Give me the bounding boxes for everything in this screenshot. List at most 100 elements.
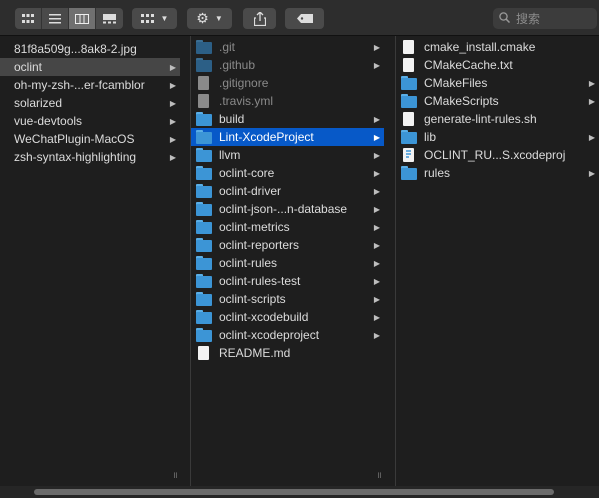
list-item-lint-xcodeproject[interactable]: Lint-XcodeProject ▶ (191, 128, 384, 146)
column-resize-handle[interactable]: ॥ (374, 470, 384, 480)
list-item[interactable]: oclint-xcodebuild ▶ (191, 308, 384, 326)
folder-icon (196, 238, 212, 252)
disclosure-arrow-icon: ▶ (169, 152, 177, 162)
list-item[interactable]: README.md (191, 344, 384, 362)
disclosure-arrow-icon: ▶ (373, 240, 381, 250)
list-item[interactable]: CMakeCache.txt (396, 56, 599, 74)
disclosure-arrow-icon: ▶ (169, 116, 177, 126)
browser-column-2[interactable]: .git ▶ .github ▶ .gitignore .travis.yml … (191, 36, 384, 486)
list-item[interactable]: WeChatPlugin-MacOS ▶ (0, 130, 180, 148)
list-item[interactable]: oh-my-zsh-...er-fcamblor ▶ (0, 76, 180, 94)
folder-icon (401, 166, 417, 180)
disclosure-arrow-icon: ▶ (169, 134, 177, 144)
chevron-down-icon: ▼ (160, 14, 169, 23)
group-grid-icon (140, 13, 154, 23)
list-item[interactable]: CMakeScripts ▶ (396, 92, 599, 110)
disclosure-arrow-icon: ▶ (373, 150, 381, 160)
disclosure-arrow-icon: ▶ (373, 330, 381, 340)
list-item[interactable]: oclint-xcodeproject ▶ (191, 326, 384, 344)
browser-column-3[interactable]: cmake_install.cmake CMakeCache.txt CMake… (396, 36, 599, 486)
folder-icon (196, 184, 212, 198)
document-icon (401, 112, 417, 126)
group-by-button[interactable]: ▼ (132, 8, 177, 29)
list-item[interactable]: oclint-json-...n-database ▶ (191, 200, 384, 218)
disclosure-arrow-icon: ▶ (169, 80, 177, 90)
folder-icon (196, 328, 212, 342)
list-item[interactable]: .travis.yml (191, 92, 384, 110)
disclosure-arrow-icon: ▶ (588, 168, 596, 178)
list-item[interactable]: generate-lint-rules.sh (396, 110, 599, 128)
magnifying-glass-icon (499, 11, 511, 26)
disclosure-arrow-icon: ▶ (169, 62, 177, 72)
tag-icon (296, 14, 313, 23)
folder-icon (401, 76, 417, 90)
folder-icon (196, 166, 212, 180)
chevron-down-icon: ▼ (214, 14, 223, 23)
list-item[interactable]: oclint-rules-test ▶ (191, 272, 384, 290)
search-placeholder: 搜索 (516, 12, 541, 26)
list-item[interactable]: llvm ▶ (191, 146, 384, 164)
action-menu-button[interactable]: ⚙ ▼ (187, 8, 232, 29)
list-item[interactable]: .gitignore (191, 74, 384, 92)
tags-button[interactable] (285, 8, 324, 29)
list-item[interactable]: lib ▶ (396, 128, 599, 146)
column-resize-handle[interactable]: ॥ (170, 470, 180, 480)
list-item[interactable]: vue-devtools ▶ (0, 112, 180, 130)
folder-icon (196, 112, 212, 126)
list-item[interactable]: oclint-reporters ▶ (191, 236, 384, 254)
list-item[interactable]: oclint-rules ▶ (191, 254, 384, 272)
list-item[interactable]: 81f8a509g...8ak8-2.jpg (0, 40, 180, 58)
icon-view-button[interactable] (15, 8, 42, 29)
disclosure-arrow-icon: ▶ (373, 114, 381, 124)
document-icon (196, 94, 212, 108)
gallery-view-button[interactable] (96, 8, 123, 29)
folder-icon (401, 130, 417, 144)
folder-icon (196, 148, 212, 162)
disclosure-arrow-icon: ▶ (588, 132, 596, 142)
disclosure-arrow-icon: ▶ (373, 168, 381, 178)
folder-icon (401, 94, 417, 108)
list-item[interactable]: solarized ▶ (0, 94, 180, 112)
list-item[interactable]: zsh-syntax-highlighting ▶ (0, 148, 180, 166)
browser-column-1[interactable]: 81f8a509g...8ak8-2.jpg oclint ▶ oh-my-zs… (0, 36, 180, 486)
folder-icon (196, 274, 212, 288)
disclosure-arrow-icon: ▶ (373, 204, 381, 214)
disclosure-arrow-icon: ▶ (373, 42, 381, 52)
list-item[interactable]: oclint-scripts ▶ (191, 290, 384, 308)
list-item[interactable]: .git ▶ (191, 38, 384, 56)
folder-icon (196, 220, 212, 234)
disclosure-arrow-icon: ▶ (373, 276, 381, 286)
folder-icon (196, 202, 212, 216)
list-item[interactable]: CMakeFiles ▶ (396, 74, 599, 92)
list-item[interactable]: OCLINT_RU...S.xcodeproj (396, 146, 599, 164)
list-item[interactable]: rules ▶ (396, 164, 599, 182)
list-view-icon (49, 13, 61, 23)
horizontal-scrollbar-thumb[interactable] (34, 489, 554, 495)
share-button[interactable] (243, 8, 276, 29)
list-item[interactable]: build ▶ (191, 110, 384, 128)
column-view-button[interactable] (69, 8, 96, 29)
icon-view-icon (22, 13, 34, 23)
document-icon (196, 76, 212, 90)
folder-icon (196, 40, 212, 54)
folder-icon (196, 292, 212, 306)
disclosure-arrow-icon: ▶ (373, 312, 381, 322)
disclosure-arrow-icon: ▶ (373, 222, 381, 232)
xcodeproj-icon (401, 148, 417, 162)
folder-icon (196, 130, 212, 144)
disclosure-arrow-icon: ▶ (373, 294, 381, 304)
finder-toolbar: ▼ ⚙ ▼ 搜索 (0, 0, 599, 36)
disclosure-arrow-icon: ▶ (588, 78, 596, 88)
folder-icon (196, 256, 212, 270)
list-item[interactable]: .github ▶ (191, 56, 384, 74)
list-item[interactable]: oclint-core ▶ (191, 164, 384, 182)
view-mode-segmented-control (15, 8, 123, 29)
list-item-oclint[interactable]: oclint ▶ (0, 58, 180, 76)
list-item[interactable]: oclint-metrics ▶ (191, 218, 384, 236)
list-view-button[interactable] (42, 8, 69, 29)
folder-icon (196, 58, 212, 72)
search-field[interactable]: 搜索 (493, 8, 597, 29)
disclosure-arrow-icon: ▶ (373, 60, 381, 70)
list-item[interactable]: oclint-driver ▶ (191, 182, 384, 200)
list-item[interactable]: cmake_install.cmake (396, 38, 599, 56)
